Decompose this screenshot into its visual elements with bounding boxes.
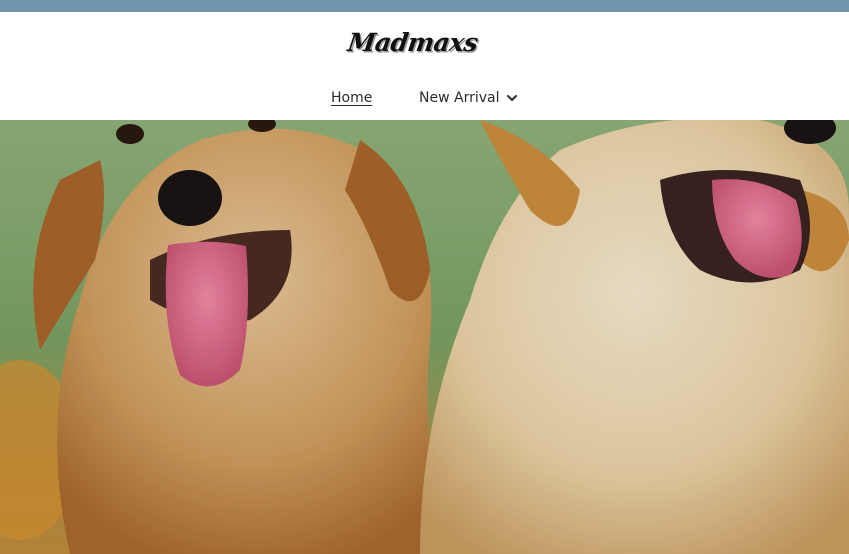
- logo-text[interactable]: Madmaxs: [346, 28, 480, 57]
- nav-item-new-arrival-label[interactable]: New Arrival: [419, 90, 499, 106]
- hero-banner: [0, 120, 849, 554]
- site-header: Madmaxs Home New Arrival: [0, 12, 849, 120]
- nav-item-home-label[interactable]: Home: [331, 90, 372, 106]
- nav-item-home[interactable]: Home: [331, 86, 372, 110]
- announcement-bar: [0, 0, 849, 12]
- chevron-down-icon[interactable]: [506, 92, 518, 104]
- hero-overlay: [0, 120, 849, 554]
- nav-item-new-arrival[interactable]: New Arrival: [419, 86, 518, 110]
- store-logo[interactable]: Madmaxs: [0, 28, 849, 57]
- main-navigation: Home New Arrival: [0, 86, 849, 110]
